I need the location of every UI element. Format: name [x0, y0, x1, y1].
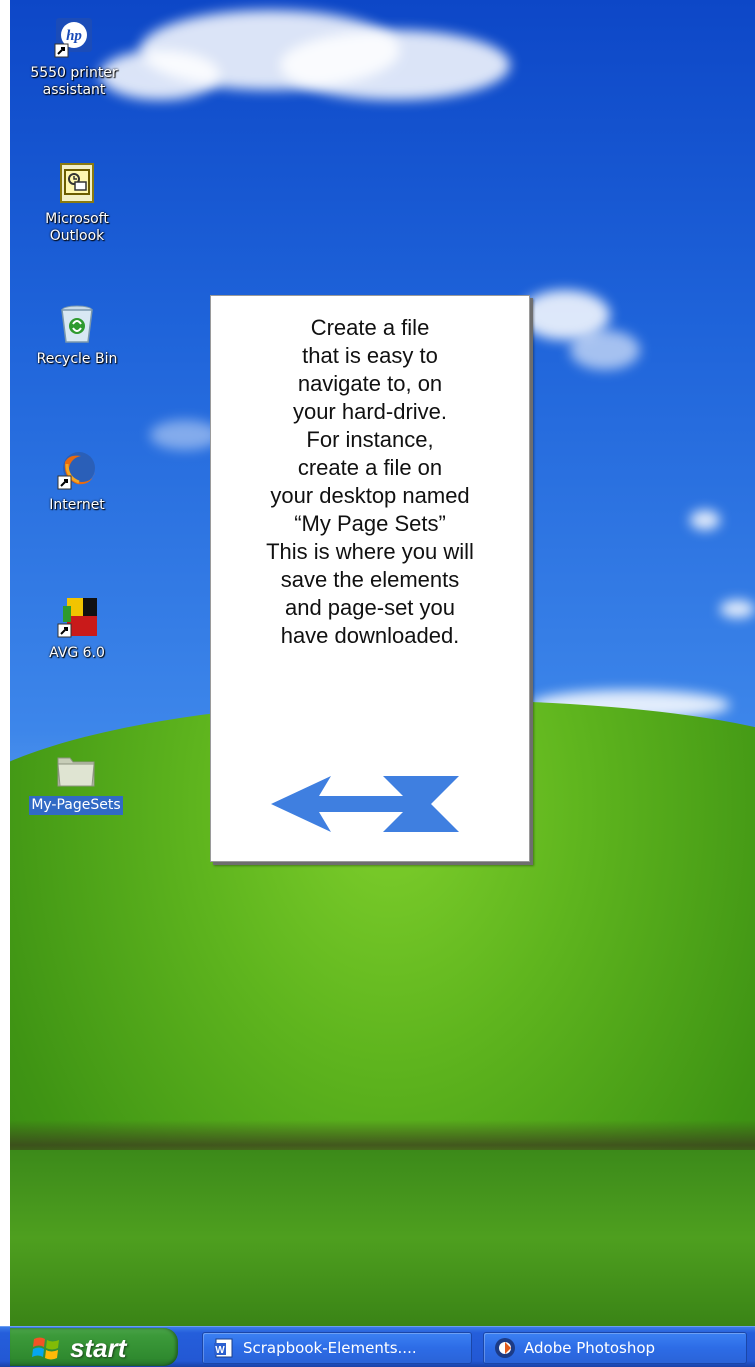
taskbar-item-adobe-photoshop[interactable]: Adobe Photoshop: [483, 1332, 747, 1364]
cloud: [570, 330, 640, 370]
foreground-field: [0, 1150, 755, 1326]
cloud: [690, 510, 720, 530]
desktop-icon-recycle-bin[interactable]: Recycle Bin: [17, 302, 137, 369]
svg-text:W: W: [215, 1345, 225, 1356]
cloud: [280, 30, 510, 100]
icon-label: AVG 6.0: [49, 645, 105, 661]
desktop-icon-outlook[interactable]: Microsoft Outlook: [17, 162, 137, 246]
svg-text:hp: hp: [66, 28, 82, 44]
instruction-text: Create a file that is easy to navigate t…: [266, 315, 474, 648]
start-button[interactable]: start: [10, 1328, 178, 1366]
firefox-icon: [57, 452, 95, 490]
word-doc-icon: W: [214, 1338, 233, 1358]
desktop-icon-printer-assistant[interactable]: hp 5550 printer assistant: [14, 16, 134, 100]
avg-icon: [57, 598, 97, 638]
icon-label: Internet: [49, 497, 105, 513]
icon-label: Microsoft Outlook: [45, 211, 109, 244]
cloud: [720, 600, 755, 618]
icon-label: 5550 printer assistant: [30, 65, 118, 98]
recycle-bin-icon: [61, 305, 93, 343]
folder-icon: [57, 757, 95, 787]
outlook-icon: [60, 163, 94, 203]
hp-printer-icon: hp: [54, 18, 92, 58]
left-border: [0, 0, 10, 1366]
icon-label: Recycle Bin: [36, 351, 118, 367]
photoshop-icon: [495, 1338, 515, 1358]
desktop-icon-avg[interactable]: AVG 6.0: [17, 596, 137, 663]
taskbar-item-label: Adobe Photoshop: [524, 1339, 656, 1357]
left-arrow-icon: [271, 776, 459, 832]
desktop-icon-my-pagesets[interactable]: My-PageSets: [16, 748, 136, 815]
icon-label: My-PageSets: [29, 796, 123, 815]
instruction-callout: Create a file that is easy to navigate t…: [210, 295, 530, 862]
taskbar-item-scrapbook-elements[interactable]: W Scrapbook-Elements....: [202, 1332, 472, 1364]
taskbar-item-label: Scrapbook-Elements....: [243, 1339, 417, 1357]
start-label: start: [70, 1333, 127, 1363]
windows-logo-icon: [32, 1337, 59, 1360]
desktop-icon-internet[interactable]: Internet: [17, 448, 137, 515]
taskbar: start W Scrapbook-Elements.... Adobe Pho…: [0, 1326, 755, 1367]
